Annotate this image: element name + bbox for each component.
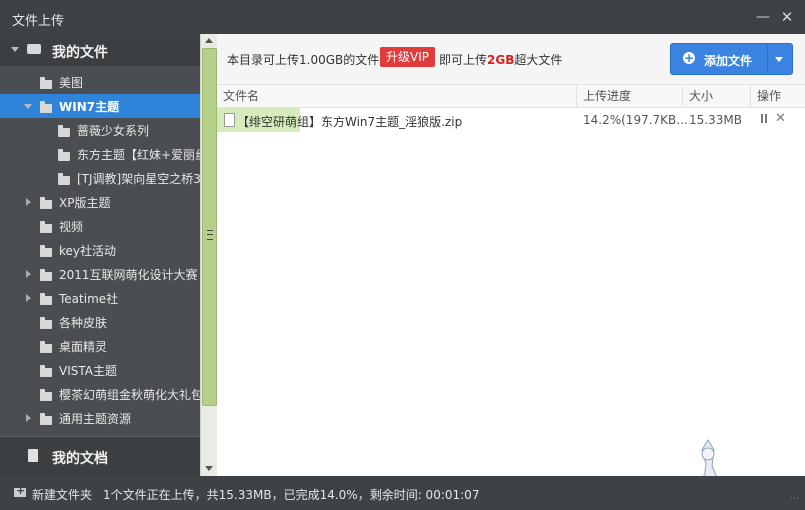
sidebar-folder-label: 蔷薇少女系列	[77, 124, 150, 138]
sidebar-scrollbar[interactable]	[200, 34, 217, 476]
quota-info-bar: 本目录可上传1.00GB的文件, 升级VIP 即可上传2GB超大文件 + 添加文…	[217, 34, 805, 85]
sidebar: 我的文件 美图 WIN7主题蔷薇少女系列东方主题【红妹+爱丽丝 [TJ调教]架向星空…	[0, 34, 200, 476]
section-my-files-label: 我的文件	[52, 45, 108, 61]
sidebar-folder-label: Teatime社	[59, 292, 119, 306]
new-folder-button[interactable]: 新建文件夹	[32, 486, 92, 503]
sidebar-folder-item[interactable]: 通用主题资源	[0, 406, 200, 430]
quota-text: 本目录可上传1.00GB的文件,	[227, 53, 384, 67]
sidebar-folder-label: 各种皮肤	[59, 316, 108, 330]
collapse-arrow-icon[interactable]	[24, 104, 32, 109]
upload-progress-text: 14.2%(197.7KB...	[583, 113, 688, 127]
plus-icon: +	[683, 51, 695, 65]
sidebar-folder-label: 通用主题资源	[59, 412, 132, 426]
sidebar-folder-label: 东方主题【红妹+爱丽丝	[77, 148, 200, 162]
sidebar-folder-item[interactable]: 美图	[0, 70, 200, 94]
folder-icon	[40, 413, 52, 425]
sidebar-folder-item[interactable]: 樱茶幻萌组金秋萌化大礼包	[0, 382, 200, 406]
main-panel: 本目录可上传1.00GB的文件, 升级VIP 即可上传2GB超大文件 + 添加文…	[217, 34, 805, 476]
sidebar-folder-item[interactable]: 蔷薇少女系列	[0, 118, 200, 142]
sidebar-folder-label: [TJ调教]架向星空之桥3	[77, 172, 200, 186]
sidebar-folder-label: 樱茶幻萌组金秋萌化大礼包	[59, 388, 200, 402]
sidebar-folder-item[interactable]: Teatime社	[0, 286, 200, 310]
add-file-button[interactable]: + 添加文件	[670, 43, 793, 75]
folder-icon	[40, 221, 52, 233]
upload-window: 文件上传 — ✕ 我的文件 美图 WIN7主题蔷薇少女系列东方主题【红妹+爱丽丝 […	[0, 0, 805, 510]
sidebar-folder-label: key社活动	[59, 244, 117, 258]
sidebar-folder-item[interactable]: WIN7主题	[0, 94, 200, 118]
folder-icon	[40, 101, 52, 113]
collapse-arrow-icon[interactable]	[11, 47, 19, 52]
folder-icon	[58, 149, 70, 161]
button-divider	[767, 44, 768, 74]
folder-icon	[40, 317, 52, 329]
file-icon	[224, 113, 235, 127]
sidebar-folder-label: 2011互联网萌化设计大赛	[59, 268, 198, 282]
sidebar-folder-label: 美图	[59, 76, 84, 90]
file-name: 【绯空研萌组】东方Win7主题_淫狼版.zip	[237, 115, 463, 129]
file-table-header: 文件名 上传进度 大小 操作	[217, 85, 805, 108]
scroll-down-icon[interactable]	[205, 466, 213, 471]
column-header-progress[interactable]: 上传进度	[577, 85, 683, 107]
dropdown-arrow-icon[interactable]	[775, 57, 783, 62]
briefcase-icon	[27, 44, 41, 54]
column-header-size[interactable]: 大小	[683, 85, 751, 107]
scroll-thumb[interactable]	[202, 48, 217, 406]
sidebar-folder-label: WIN7主题	[59, 100, 120, 114]
section-my-files[interactable]: 我的文件	[0, 34, 200, 66]
sidebar-folder-label: 桌面精灵	[59, 340, 108, 354]
status-bar: 新建文件夹 1个文件正在上传，共15.33MB，已完成14.0%，剩余时间: 0…	[0, 476, 805, 510]
sidebar-folder-item[interactable]: VISTA主题	[0, 358, 200, 382]
sidebar-folder-item[interactable]: 东方主题【红妹+爱丽丝	[0, 142, 200, 166]
table-row[interactable]: 【绯空研萌组】东方Win7主题_淫狼版.zip 14.2%(197.7KB...…	[217, 108, 805, 132]
grip-icon	[207, 230, 213, 240]
column-header-name[interactable]: 文件名	[217, 85, 577, 107]
scroll-up-icon[interactable]	[205, 38, 213, 43]
cancel-icon[interactable]: ✕	[775, 111, 786, 126]
close-icon[interactable]: ✕	[778, 8, 796, 26]
folder-icon	[40, 245, 52, 257]
upgrade-vip-button[interactable]: 升级VIP	[380, 47, 435, 67]
folder-icon	[40, 197, 52, 209]
folder-icon	[40, 293, 52, 305]
minimize-icon[interactable]: —	[754, 8, 772, 26]
vip-benefit-suffix: 超大文件	[514, 53, 563, 67]
pause-icon[interactable]	[760, 114, 768, 124]
expand-arrow-icon[interactable]	[26, 294, 31, 302]
sidebar-folder-item[interactable]: [TJ调教]架向星空之桥3	[0, 166, 200, 190]
sidebar-folder-label: XP版主题	[59, 196, 111, 210]
vip-size-highlight: 2GB	[487, 53, 515, 67]
upload-status-text: 1个文件正在上传，共15.33MB，已完成14.0%，剩余时间: 00:01:0…	[103, 488, 480, 502]
file-size: 15.33MB	[689, 113, 742, 127]
sidebar-folder-item[interactable]: 各种皮肤	[0, 310, 200, 334]
section-my-docs-label: 我的文档	[52, 451, 108, 467]
expand-arrow-icon[interactable]	[26, 270, 31, 278]
column-header-ops: 操作	[757, 89, 782, 103]
folder-icon	[40, 269, 52, 281]
folder-icon	[40, 341, 52, 353]
folder-icon	[40, 389, 52, 401]
sidebar-folder-label: VISTA主题	[59, 364, 117, 378]
document-icon	[28, 449, 38, 462]
sidebar-folder-item[interactable]: key社活动	[0, 238, 200, 262]
window-title: 文件上传	[12, 14, 65, 29]
folder-icon	[40, 365, 52, 377]
folder-icon	[58, 125, 70, 137]
vip-benefit-prefix: 即可上传	[439, 53, 488, 67]
expand-arrow-icon[interactable]	[26, 198, 31, 206]
new-folder-icon[interactable]	[14, 484, 26, 497]
resize-grip-icon[interactable]: ⋯	[790, 494, 800, 504]
title-bar: 文件上传 — ✕	[0, 0, 805, 34]
section-my-docs[interactable]: 我的文档	[0, 436, 200, 476]
sidebar-folder-item[interactable]: 2011互联网萌化设计大赛	[0, 262, 200, 286]
folder-icon	[40, 77, 52, 89]
expand-arrow-icon[interactable]	[26, 414, 31, 422]
vip-benefit-text: 即可上传2GB超大文件	[439, 51, 562, 68]
sidebar-folder-item[interactable]: 视频	[0, 214, 200, 238]
sidebar-folder-item[interactable]: XP版主题	[0, 190, 200, 214]
sidebar-folder-item[interactable]: 桌面精灵	[0, 334, 200, 358]
folder-icon	[58, 173, 70, 185]
add-file-label: 添加文件	[704, 54, 753, 68]
sidebar-folder-label: 视频	[59, 220, 84, 234]
